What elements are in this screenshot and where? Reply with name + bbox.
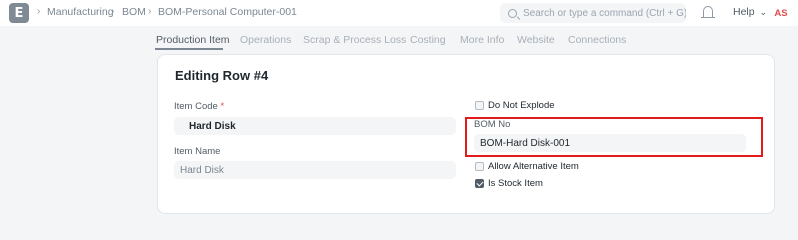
search-placeholder: Search or type a command (Ctrl + G) [523,7,686,19]
item-name-label: Item Name [174,146,221,157]
tab-costing[interactable]: Costing [410,34,446,46]
breadcrumb-separator-icon: › [37,6,41,17]
is-stock-item-label: Is Stock Item [488,178,543,189]
avatar[interactable]: AS [772,4,790,22]
breadcrumb-bom[interactable]: BOM [122,6,146,18]
search-bar[interactable]: Search or type a command (Ctrl + G) [500,3,686,23]
required-mark: * [220,101,225,112]
help-label: Help [733,6,755,18]
allow-alternative-item-checkbox[interactable] [475,162,484,171]
bom-no-label: BOM No [474,119,511,130]
do-not-explode-checkbox[interactable] [475,101,484,110]
bom-no-field[interactable]: BOM-Hard Disk-001 [474,134,746,152]
app-logo[interactable]: E [9,3,29,23]
is-stock-item-checkbox[interactable] [475,179,484,188]
tab-more-info[interactable]: More Info [460,34,504,46]
form-tabs: Production Item Operations Scrap & Proce… [148,26,798,52]
help-menu-button[interactable]: Help ⌄ [733,6,767,18]
item-code-label: Item Code * [174,101,224,112]
tab-website[interactable]: Website [517,34,555,46]
breadcrumb-manufacturing[interactable]: Manufacturing [47,6,114,18]
active-tab-indicator [155,48,223,50]
search-icon [508,8,517,18]
breadcrumb-separator-icon: › [148,6,152,17]
chevron-down-icon: ⌄ [759,7,768,17]
tab-scrap-process-loss[interactable]: Scrap & Process Loss [303,34,406,46]
item-code-field[interactable]: Hard Disk [174,117,456,135]
breadcrumb-current-bom[interactable]: BOM-Personal Computer-001 [158,6,297,18]
breadcrumb-separator-icon: › [111,6,115,17]
allow-alternative-item-label: Allow Alternative Item [488,161,579,172]
tab-connections[interactable]: Connections [568,34,626,46]
tab-operations[interactable]: Operations [240,34,291,46]
notification-bell-icon[interactable] [701,6,715,18]
do-not-explode-label: Do Not Explode [488,100,555,111]
item-code-label-text: Item Code [174,101,218,112]
top-navbar: E › Manufacturing › BOM › BOM-Personal C… [0,0,798,26]
card-title: Editing Row #4 [175,68,269,83]
tab-production-item[interactable]: Production Item [156,34,230,46]
item-name-field: Hard Disk [174,161,456,179]
